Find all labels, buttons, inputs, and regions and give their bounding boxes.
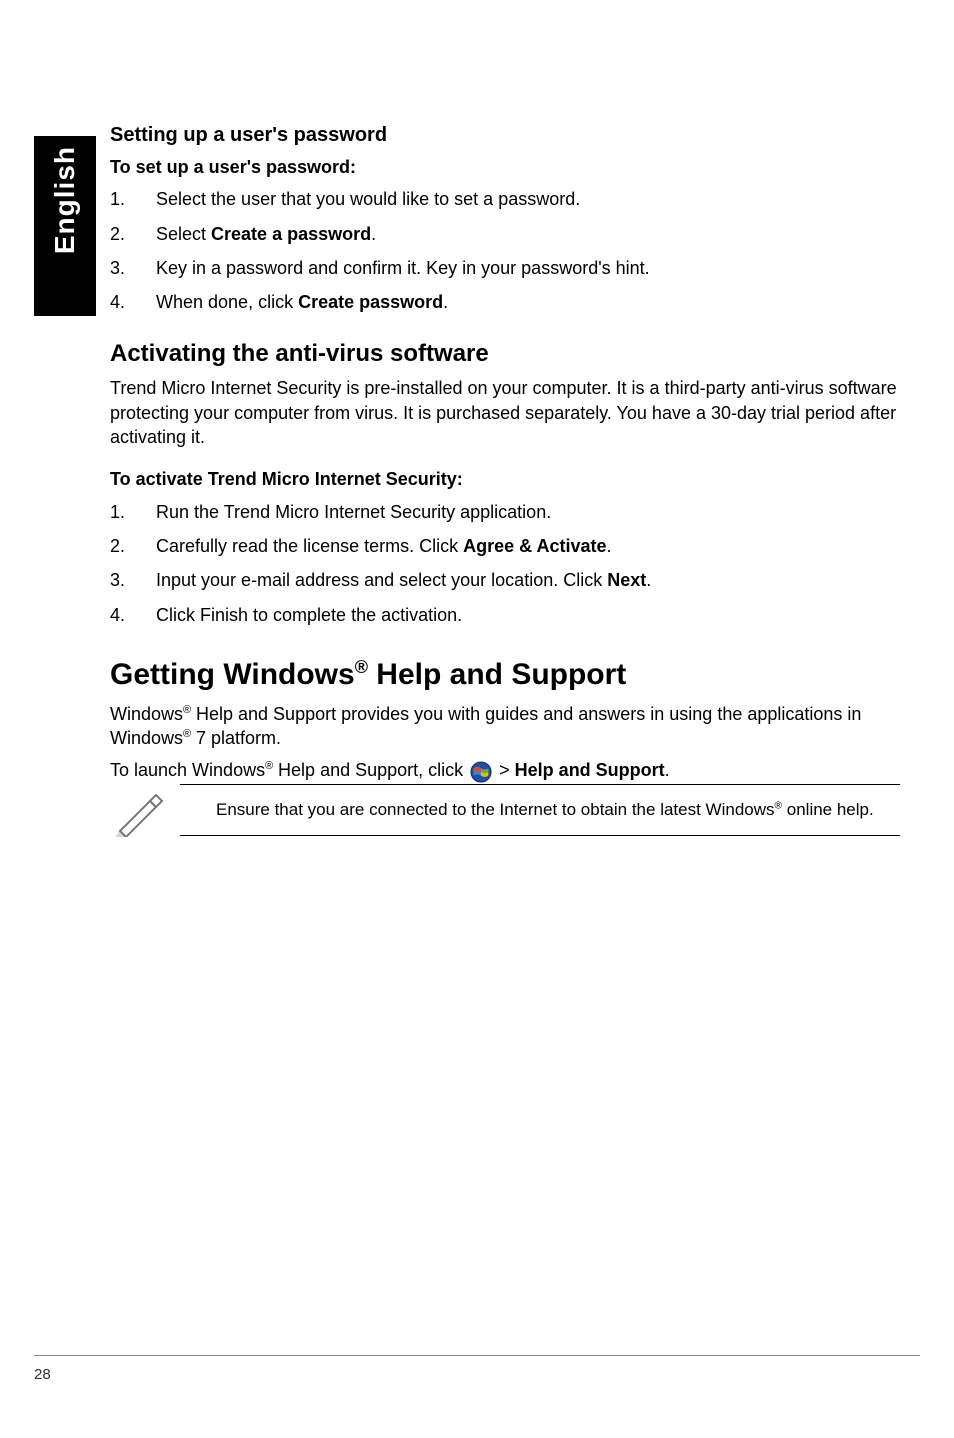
step-number: 3. xyxy=(110,568,156,592)
steps-activate-trend: 1. Run the Trend Micro Internet Security… xyxy=(110,500,900,627)
language-tab: English xyxy=(34,136,96,316)
language-tab-label: English xyxy=(49,146,81,254)
note-text: Ensure that you are connected to the Int… xyxy=(216,800,874,819)
lead-set-password: To set up a user's password: xyxy=(110,155,900,179)
body-help-support: Windows® Help and Support provides you w… xyxy=(110,702,900,751)
list-item: 2. Select Create a password. xyxy=(110,222,900,246)
list-item: 4. Click Finish to complete the activati… xyxy=(110,603,900,627)
footer: 28 xyxy=(34,1355,920,1384)
heading-setting-password: Setting up a user's password xyxy=(110,124,900,147)
step-number: 4. xyxy=(110,603,156,627)
list-item: 1. Select the user that you would like t… xyxy=(110,187,900,211)
step-text: Input your e-mail address and select you… xyxy=(156,568,900,592)
launch-help-support: To launch Windows® Help and Support, cli… xyxy=(110,760,670,780)
step-text: Carefully read the license terms. Click … xyxy=(156,534,900,558)
step-number: 2. xyxy=(110,534,156,558)
step-text: Select the user that you would like to s… xyxy=(156,187,900,211)
step-text: When done, click Create password. xyxy=(156,290,900,314)
step-text: Click Finish to complete the activation. xyxy=(156,603,900,627)
lead-activate-trend: To activate Trend Micro Internet Securit… xyxy=(110,467,900,491)
list-item: 3. Input your e-mail address and select … xyxy=(110,568,900,592)
windows-start-icon xyxy=(470,761,492,783)
note-box: Ensure that you are connected to the Int… xyxy=(180,784,900,836)
step-number: 1. xyxy=(110,500,156,524)
pencil-note-icon xyxy=(114,791,164,837)
content-area: Setting up a user's password To set up a… xyxy=(110,124,900,836)
step-text: Run the Trend Micro Internet Security ap… xyxy=(156,500,900,524)
step-number: 3. xyxy=(110,256,156,280)
step-number: 4. xyxy=(110,290,156,314)
step-number: 2. xyxy=(110,222,156,246)
heading-help-support: Getting Windows® Help and Support xyxy=(110,657,900,692)
step-text: Select Create a password. xyxy=(156,222,900,246)
list-item: 2. Carefully read the license terms. Cli… xyxy=(110,534,900,558)
list-item: 4. When done, click Create password. xyxy=(110,290,900,314)
step-number: 1. xyxy=(110,187,156,211)
list-item: 1. Run the Trend Micro Internet Security… xyxy=(110,500,900,524)
steps-set-password: 1. Select the user that you would like t… xyxy=(110,187,900,314)
page: English Setting up a user's password To … xyxy=(0,0,954,1438)
page-number: 28 xyxy=(34,1366,51,1383)
step-text: Key in a password and confirm it. Key in… xyxy=(156,256,900,280)
body-antivirus: Trend Micro Internet Security is pre-ins… xyxy=(110,376,900,449)
list-item: 3. Key in a password and confirm it. Key… xyxy=(110,256,900,280)
heading-antivirus: Activating the anti-virus software xyxy=(110,340,900,368)
